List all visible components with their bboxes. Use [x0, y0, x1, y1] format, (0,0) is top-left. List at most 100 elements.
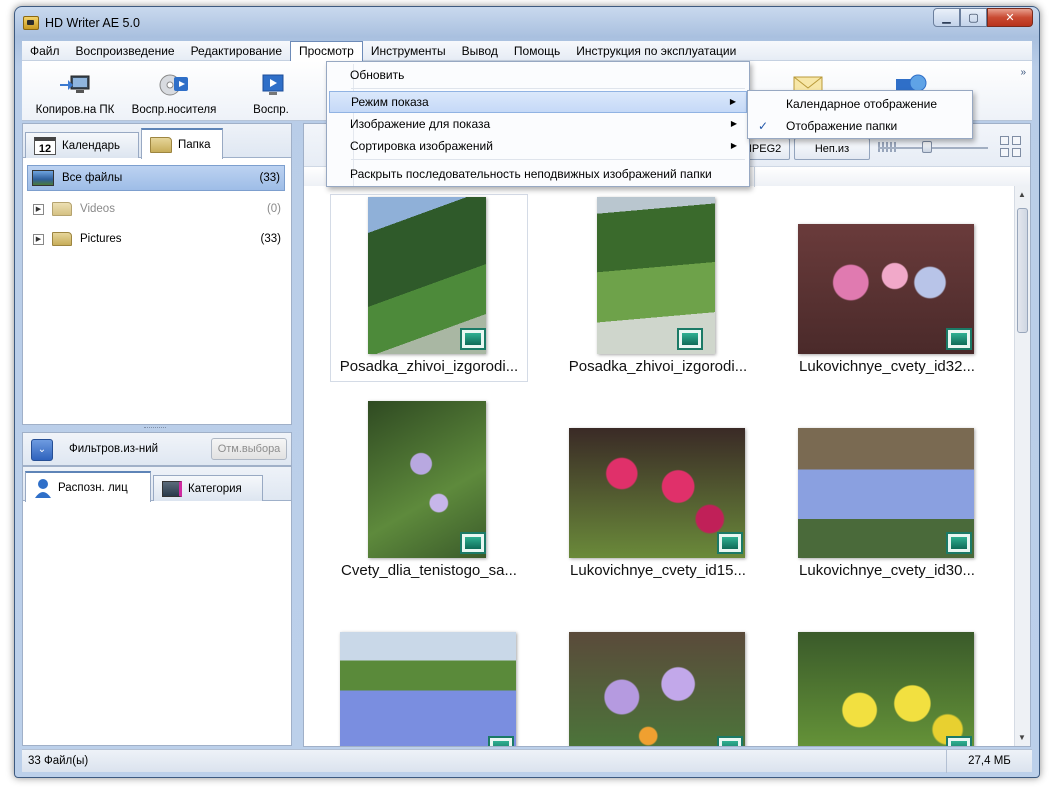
photo-type-icon — [717, 736, 743, 746]
maximize-button[interactable]: ▢ — [960, 8, 987, 27]
menu-item-display-mode[interactable]: Режим показа ▶ — [329, 91, 747, 113]
menu-item-label: Календарное отображение — [786, 97, 937, 111]
menu-item-image-for-display[interactable]: Изображение для показа ▶ — [329, 113, 747, 135]
expand-icon[interactable]: ▶ — [33, 233, 44, 245]
photo-type-icon — [460, 328, 486, 350]
menu-file[interactable]: Файл — [22, 41, 68, 61]
scroll-down-icon[interactable]: ▼ — [1018, 733, 1026, 742]
photo-type-icon — [460, 532, 486, 554]
play-label: Воспр. — [253, 104, 289, 116]
menu-view[interactable]: Просмотр — [290, 40, 363, 61]
filter-still-button[interactable]: Неп.из — [794, 138, 870, 160]
photo-type-icon — [677, 328, 703, 350]
menu-item-folder-view[interactable]: ✓ Отображение папки — [750, 115, 970, 137]
tab-face-recognition[interactable]: Распозн. лиц — [25, 471, 151, 502]
tab-category-label: Категория — [188, 482, 242, 495]
menu-item-label: Режим показа — [351, 95, 429, 109]
tree-item-label: Videos — [80, 203, 115, 215]
app-icon — [23, 16, 39, 30]
slider-handle[interactable] — [922, 141, 932, 153]
category-icon — [162, 480, 182, 497]
cancel-selection-button[interactable]: Отм.выбора — [211, 438, 287, 460]
menu-item-label: Раскрыть последовательность неподвижных … — [350, 167, 712, 181]
close-button[interactable]: ✕ — [987, 8, 1033, 27]
panel-splitter[interactable] — [144, 427, 166, 430]
photo-type-icon — [488, 736, 514, 746]
vertical-scrollbar[interactable]: ▲ ▼ — [1014, 186, 1030, 746]
filter-tabs: Распозн. лиц Категория — [23, 467, 291, 502]
menu-output[interactable]: Вывод — [454, 41, 506, 61]
scrollbar-thumb[interactable] — [1017, 208, 1028, 333]
tab-category[interactable]: Категория — [153, 475, 263, 501]
minimize-button[interactable]: ▁ — [933, 8, 960, 27]
scroll-up-icon[interactable]: ▲ — [1018, 190, 1026, 199]
media-playback-icon — [159, 74, 188, 96]
media-playback-label: Воспр.носителя — [131, 104, 217, 116]
menu-playback[interactable]: Воспроизведение — [68, 41, 183, 61]
toolbar-overflow-icon[interactable]: » — [1020, 67, 1026, 78]
folder-icon — [52, 202, 72, 216]
filter-panel: Распозн. лиц Категория — [22, 466, 292, 746]
calendar-icon: 12 — [34, 136, 56, 155]
thumbnail-caption: Posadka_zhivoi_izgorodi... — [339, 358, 519, 375]
photo-type-icon — [717, 532, 743, 554]
menu-item-label: Отображение папки — [786, 119, 898, 133]
thumbnail-caption: Lukovichnye_cvety_id32... — [799, 358, 975, 375]
menubar: Файл Воспроизведение Редактирование Прос… — [22, 40, 1032, 61]
tree-item-videos[interactable]: ▶ Videos (0) — [27, 196, 285, 222]
menu-help[interactable]: Помощь — [506, 41, 568, 61]
menu-item-calendar-view[interactable]: Календарное отображение — [750, 93, 970, 115]
file-count-status: 33 Файл(ы) — [28, 755, 89, 767]
menu-edit[interactable]: Редактирование — [183, 41, 290, 61]
tab-folder[interactable]: Папка — [141, 128, 223, 159]
tree-item-count: (33) — [260, 233, 281, 245]
copy-to-pc-button[interactable]: Копиров.на ПК — [30, 61, 120, 121]
thumbnail-caption: Posadka_zhivoi_izgorodi... — [568, 358, 748, 375]
media-playback-button[interactable]: Воспр.носителя — [126, 61, 222, 121]
tree-item-label: Pictures — [80, 233, 122, 245]
tab-face-label: Распозн. лиц — [58, 481, 128, 494]
thumbnail-image — [340, 632, 516, 746]
panel-tabs: 12 Календарь Папка — [23, 124, 291, 159]
collapse-filter-button[interactable]: ⌄ — [31, 439, 53, 461]
column-divider[interactable] — [754, 167, 755, 187]
display-mode-submenu: Календарное отображение ✓ Отображение па… — [747, 90, 973, 139]
photo-type-icon — [946, 328, 972, 350]
tab-calendar[interactable]: 12 Календарь — [25, 132, 139, 158]
menu-manual[interactable]: Инструкция по эксплуатации — [568, 41, 744, 61]
title-bar[interactable]: HD Writer AE 5.0 ▁ ▢ ✕ — [15, 7, 1039, 39]
folder-panel: 12 Календарь Папка Все файлы (33) ▶ Vide… — [22, 123, 292, 425]
window-controls: ▁ ▢ ✕ — [933, 8, 1033, 27]
tree-item-pictures[interactable]: ▶ Pictures (33) — [27, 226, 285, 252]
submenu-arrow-icon: ▶ — [729, 97, 736, 106]
image-filter-bar: ⌄ Фильтров.из-ний Отм.выбора — [22, 432, 292, 466]
status-bar: 33 Файл(ы) 27,4 МБ — [22, 749, 1032, 773]
check-icon: ✓ — [758, 119, 769, 133]
grid-view-icon[interactable] — [1000, 136, 1022, 158]
filter-label: Фильтров.из-ний — [69, 443, 159, 455]
thumbnail-caption: Lukovichnye_cvety_id30... — [799, 562, 975, 579]
thumbnail-image — [569, 632, 745, 746]
play-icon — [262, 74, 284, 95]
menu-item-label: Обновить — [350, 68, 405, 82]
window-title: HD Writer AE 5.0 — [45, 16, 140, 30]
tab-calendar-label: Календарь — [62, 139, 121, 152]
photo-type-icon — [946, 532, 972, 554]
thumbnail-size-slider[interactable] — [878, 147, 988, 149]
menu-tools[interactable]: Инструменты — [363, 41, 454, 61]
tree-item-all-files[interactable]: Все файлы (33) — [27, 165, 285, 191]
copy-to-pc-label: Копиров.на ПК — [35, 104, 115, 116]
play-button[interactable]: Воспр. — [246, 61, 296, 121]
tree-item-label: Все файлы — [62, 172, 123, 184]
menu-item-label: Изображение для показа — [350, 117, 491, 131]
tree-item-count: (0) — [266, 203, 281, 215]
menu-item-sort-images[interactable]: Сортировка изображений ▶ — [329, 135, 747, 157]
chevron-down-icon: ⌄ — [37, 444, 47, 455]
menu-item-refresh[interactable]: Обновить — [329, 64, 747, 86]
submenu-arrow-icon: ▶ — [730, 119, 737, 128]
menu-item-expand-still-sequence[interactable]: Раскрыть последовательность неподвижных … — [329, 163, 747, 185]
expand-icon[interactable]: ▶ — [33, 203, 44, 215]
menu-item-label: Сортировка изображений — [350, 139, 493, 153]
thumbnail-caption: Lukovichnye_cvety_id15... — [570, 562, 746, 579]
photo-type-icon — [946, 736, 972, 746]
